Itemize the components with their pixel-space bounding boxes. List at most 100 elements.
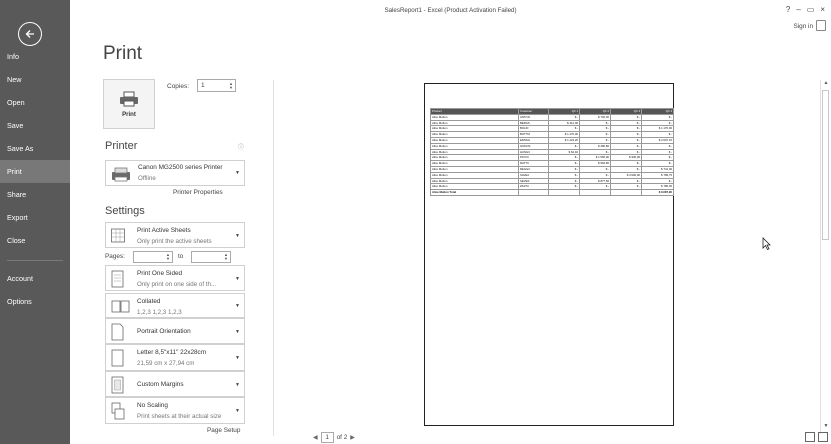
next-page-icon[interactable]: ▶ <box>350 434 355 441</box>
printer-properties-link[interactable]: Printer Properties <box>173 189 223 196</box>
chevron-down-icon: ▼ <box>235 382 240 388</box>
spinner-arrows-icon[interactable]: ▲ ▼ <box>229 80 235 91</box>
paper-size-dropdown[interactable]: Letter 8,5"x11" 22x28cm 21,59 cm x 27,94… <box>105 344 245 371</box>
sheet-cell <box>518 189 549 196</box>
scaling-icon <box>111 402 125 420</box>
chevron-down-icon: ▼ <box>235 303 240 309</box>
nav-item-save[interactable]: Save <box>0 114 70 137</box>
preview-sheet-table: Product Customer Qtr 1 Qtr 2 Qtr 3 Qtr 4 Alice… <box>430 108 674 196</box>
page-navigation: ◀ 1 of 2 ▶ <box>313 432 355 443</box>
printer-device-icon <box>112 167 130 182</box>
chevron-down-icon: ▼ <box>235 233 240 239</box>
print-scope-dropdown[interactable]: Print Active Sheets Only print the activ… <box>105 222 245 248</box>
user-icon[interactable] <box>816 20 826 31</box>
scaling-dropdown[interactable]: No Scaling Print sheets at their actual … <box>105 397 245 424</box>
sides-dropdown[interactable]: Print One Sided Only print on one side o… <box>105 265 245 291</box>
backstage-nav: Info New Open Save Save As Print Share E… <box>0 45 70 313</box>
chevron-down-icon: ▼ <box>235 170 240 176</box>
chevron-down-icon: ▼ <box>235 408 240 414</box>
preview-page: Product Customer Qtr 1 Qtr 2 Qtr 3 Qtr 4 Alice… <box>424 83 674 426</box>
printer-icon <box>120 91 138 106</box>
nav-item-print[interactable]: Print <box>0 160 70 183</box>
sheet-cell <box>579 189 611 196</box>
pages-from-field[interactable]: ▲ ▼ <box>133 251 173 263</box>
printer-name: Canon MG2500 series Printer <box>138 164 223 171</box>
sign-in-link[interactable]: Sign in <box>793 23 813 30</box>
sheet-total-row: Alice Mutton Total $ 6.087,90 <box>430 189 674 196</box>
margins-icon <box>111 376 124 394</box>
nav-item-open[interactable]: Open <box>0 91 70 114</box>
copies-spinner[interactable]: 1 ▲ ▼ <box>197 79 236 92</box>
print-button[interactable]: Print <box>103 79 155 129</box>
nav-item-account[interactable]: Account <box>0 267 70 290</box>
scaling-main: No Scaling <box>137 402 168 409</box>
nav-item-info[interactable]: Info <box>0 45 70 68</box>
page-setup-link[interactable]: Page Setup <box>207 427 240 434</box>
sheet-cell: Alice Mutton Total <box>430 189 519 196</box>
window-controls: ? – ▭ × <box>786 5 825 14</box>
scroll-down-icon[interactable]: ▼ <box>822 423 830 431</box>
close-window-button[interactable]: × <box>820 5 825 14</box>
preview-vertical-scrollbar[interactable]: ▲ ▼ <box>820 80 829 434</box>
nav-item-new[interactable]: New <box>0 68 70 91</box>
spinner-arrows-icon[interactable]: ▲ ▼ <box>224 252 230 262</box>
printer-dropdown[interactable]: Canon MG2500 series Printer Offline ▼ <box>105 160 245 186</box>
sheet-cell: $ 6.087,90 <box>641 189 674 196</box>
back-arrow-icon <box>25 30 34 38</box>
mouse-cursor-icon <box>762 237 771 255</box>
orientation-dropdown[interactable]: Portrait Orientation ▼ <box>105 318 245 344</box>
sides-sub: Only print on one side of th... <box>137 281 217 288</box>
printer-heading: Printer <box>105 140 138 152</box>
excel-backstage-print: Info New Open Save Save As Print Share E… <box>0 0 831 444</box>
collation-dropdown[interactable]: Collated 1,2,3 1,2,3 1,2,3 ▼ <box>105 293 245 318</box>
previous-page-icon[interactable]: ◀ <box>313 434 318 441</box>
orientation-main: Portrait Orientation <box>137 328 191 335</box>
printer-status: Offline <box>138 175 156 182</box>
view-toggle-group <box>805 432 828 442</box>
window-title: SalesReport1 - Excel (Product Activation… <box>384 7 517 14</box>
chevron-down-icon: ▼ <box>235 329 240 335</box>
backstage-sidebar: Info New Open Save Save As Print Share E… <box>0 0 70 444</box>
restore-button[interactable]: ▭ <box>807 5 815 14</box>
sheet-grid-icon <box>111 228 125 243</box>
show-margins-icon[interactable] <box>805 432 815 442</box>
scroll-thumb[interactable] <box>822 90 829 240</box>
paper-sub: 21,59 cm x 27,94 cm <box>137 360 195 367</box>
scope-sub: Only print the active sheets <box>137 238 212 245</box>
nav-item-save-as[interactable]: Save As <box>0 137 70 160</box>
sheet-cell <box>548 189 580 196</box>
sides-main: Print One Sided <box>137 270 183 277</box>
nav-item-close[interactable]: Close <box>0 229 70 252</box>
nav-item-options[interactable]: Options <box>0 290 70 313</box>
info-icon[interactable]: ⓘ <box>238 142 244 151</box>
collation-sub: 1,2,3 1,2,3 1,2,3 <box>137 309 182 316</box>
pages-to-label: to <box>178 253 184 260</box>
sheet-cell <box>610 189 642 196</box>
copies-label: Copies: <box>167 83 190 90</box>
collation-main: Collated <box>137 298 161 305</box>
scroll-up-icon[interactable]: ▲ <box>822 80 830 88</box>
spinner-arrows-icon[interactable]: ▲ ▼ <box>166 252 172 262</box>
scope-main: Print Active Sheets <box>137 227 191 234</box>
page-title: Print <box>103 43 143 64</box>
nav-item-export[interactable]: Export <box>0 206 70 229</box>
paper-size-icon <box>111 349 124 367</box>
nav-divider <box>7 260 63 261</box>
back-button[interactable] <box>18 22 42 46</box>
pages-label: Pages: <box>105 253 125 260</box>
zoom-to-page-icon[interactable] <box>818 432 828 442</box>
scaling-sub: Print sheets at their actual size <box>137 413 222 420</box>
chevron-down-icon: ▼ <box>235 276 240 282</box>
paper-main: Letter 8,5"x11" 22x28cm <box>137 349 207 356</box>
current-page-field[interactable]: 1 <box>320 432 334 443</box>
nav-item-share[interactable]: Share <box>0 183 70 206</box>
minimize-button[interactable]: – <box>796 5 800 14</box>
print-button-label: Print <box>122 111 136 118</box>
margins-dropdown[interactable]: Custom Margins ▼ <box>105 371 245 397</box>
margins-main: Custom Margins <box>137 381 184 388</box>
pages-to-field[interactable]: ▲ ▼ <box>191 251 231 263</box>
settings-heading: Settings <box>105 205 145 217</box>
collated-pages-icon <box>111 300 130 313</box>
chevron-down-icon: ▼ <box>235 355 240 361</box>
help-button[interactable]: ? <box>786 5 790 14</box>
